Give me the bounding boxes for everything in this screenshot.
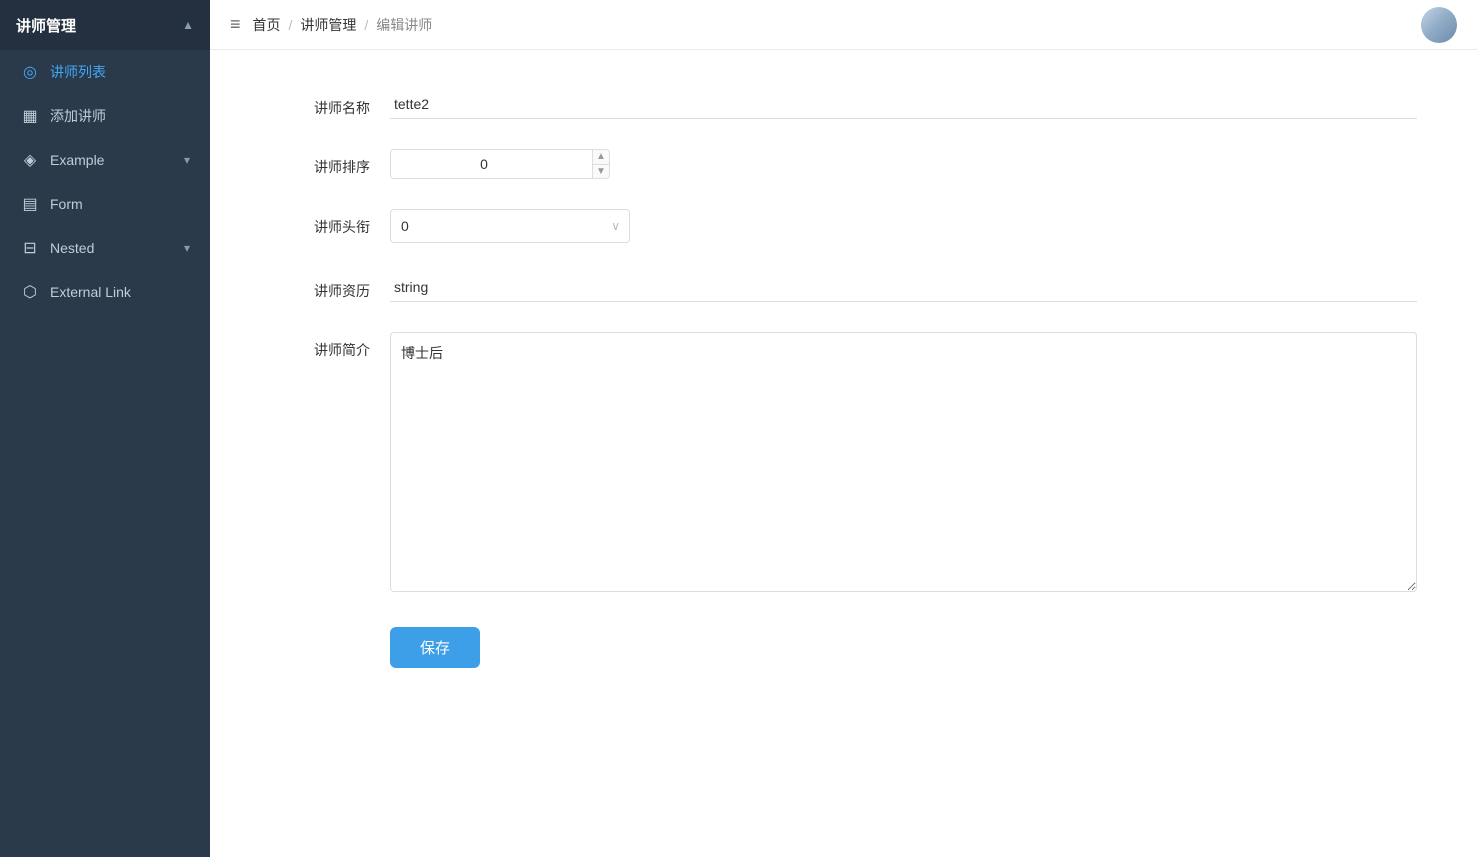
form-row-order: 讲师排序 ▲ ▼ xyxy=(270,149,1417,179)
sidebar-title: 讲师管理 xyxy=(16,15,76,36)
external-link-icon: ⬡ xyxy=(20,282,40,302)
sidebar-item-nested[interactable]: ⊟ Nested ▾ xyxy=(0,226,210,270)
breadcrumb-home[interactable]: 首页 xyxy=(253,15,281,35)
resume-label: 讲师资历 xyxy=(270,273,370,301)
sidebar-item-label: 添加讲师 xyxy=(50,106,190,126)
avatar[interactable] xyxy=(1421,7,1457,43)
title-select[interactable]: 0 初级 中级 高级 xyxy=(390,209,630,243)
form-row-intro: 讲师简介 xyxy=(270,332,1417,597)
intro-label: 讲师简介 xyxy=(270,332,370,360)
sidebar-item-example[interactable]: ◈ Example ▾ xyxy=(0,138,210,182)
sidebar-item-label: 讲师列表 xyxy=(50,62,190,82)
breadcrumb-separator: / xyxy=(364,17,368,33)
main-area: ≡ 首页 / 讲师管理 / 编辑讲师 讲师名称 讲师排序 xyxy=(210,0,1477,857)
number-input-wrapper: ▲ ▼ xyxy=(390,149,610,179)
form-row-save: 保存 xyxy=(270,627,1417,668)
spinner-up-button[interactable]: ▲ xyxy=(593,150,609,165)
instructor-list-icon: ◎ xyxy=(20,62,40,82)
sidebar-item-label: External Link xyxy=(50,284,190,300)
select-wrapper: 0 初级 中级 高级 ∨ xyxy=(390,209,630,243)
sidebar-item-label: Example xyxy=(50,152,184,168)
sidebar-item-form[interactable]: ▤ Form xyxy=(0,182,210,226)
sidebar-header[interactable]: 讲师管理 ▲ xyxy=(0,0,210,50)
sidebar-item-external-link[interactable]: ⬡ External Link xyxy=(0,270,210,314)
chevron-down-icon: ▾ xyxy=(184,153,190,167)
sidebar-item-add-instructor[interactable]: ▦ 添加讲师 xyxy=(0,94,210,138)
name-label: 讲师名称 xyxy=(270,90,370,118)
form-icon: ▤ xyxy=(20,194,40,214)
order-label: 讲师排序 xyxy=(270,149,370,177)
name-input[interactable] xyxy=(390,90,1417,119)
breadcrumb-separator: / xyxy=(289,17,293,33)
resume-control xyxy=(390,273,1417,302)
breadcrumb: 首页 / 讲师管理 / 编辑讲师 xyxy=(253,15,433,35)
sidebar: 讲师管理 ▲ ◎ 讲师列表 ▦ 添加讲师 ◈ Example ▾ ▤ Form … xyxy=(0,0,210,857)
spinner-down-button[interactable]: ▼ xyxy=(593,165,609,179)
breadcrumb-current: 编辑讲师 xyxy=(376,15,432,35)
nested-icon: ⊟ xyxy=(20,238,40,258)
title-control: 0 初级 中级 高级 ∨ xyxy=(390,209,1417,243)
form-row-name: 讲师名称 xyxy=(270,90,1417,119)
chevron-down-icon: ▾ xyxy=(184,241,190,255)
intro-control xyxy=(390,332,1417,597)
sidebar-item-label: Nested xyxy=(50,240,184,256)
save-button-wrapper: 保存 xyxy=(390,627,480,668)
form-row-title: 讲师头衔 0 初级 中级 高级 ∨ xyxy=(270,209,1417,243)
resume-input[interactable] xyxy=(390,273,1417,302)
sidebar-collapse-icon[interactable]: ▲ xyxy=(182,18,194,32)
intro-textarea[interactable] xyxy=(390,332,1417,592)
order-input[interactable] xyxy=(391,150,592,178)
example-icon: ◈ xyxy=(20,150,40,170)
add-instructor-icon: ▦ xyxy=(20,106,40,126)
menu-icon[interactable]: ≡ xyxy=(230,14,241,35)
save-button[interactable]: 保存 xyxy=(390,627,480,668)
breadcrumb-instructor-mgmt[interactable]: 讲师管理 xyxy=(300,15,356,35)
title-label: 讲师头衔 xyxy=(270,209,370,237)
order-control: ▲ ▼ xyxy=(390,149,1417,179)
spinner-buttons: ▲ ▼ xyxy=(592,150,609,178)
topbar: ≡ 首页 / 讲师管理 / 编辑讲师 xyxy=(210,0,1477,50)
avatar-image xyxy=(1421,7,1457,43)
sidebar-item-label: Form xyxy=(50,196,190,212)
content-area: 讲师名称 讲师排序 ▲ ▼ 讲师头衔 xyxy=(210,50,1477,857)
sidebar-item-instructor-list[interactable]: ◎ 讲师列表 xyxy=(0,50,210,94)
form-row-resume: 讲师资历 xyxy=(270,273,1417,302)
name-control xyxy=(390,90,1417,119)
